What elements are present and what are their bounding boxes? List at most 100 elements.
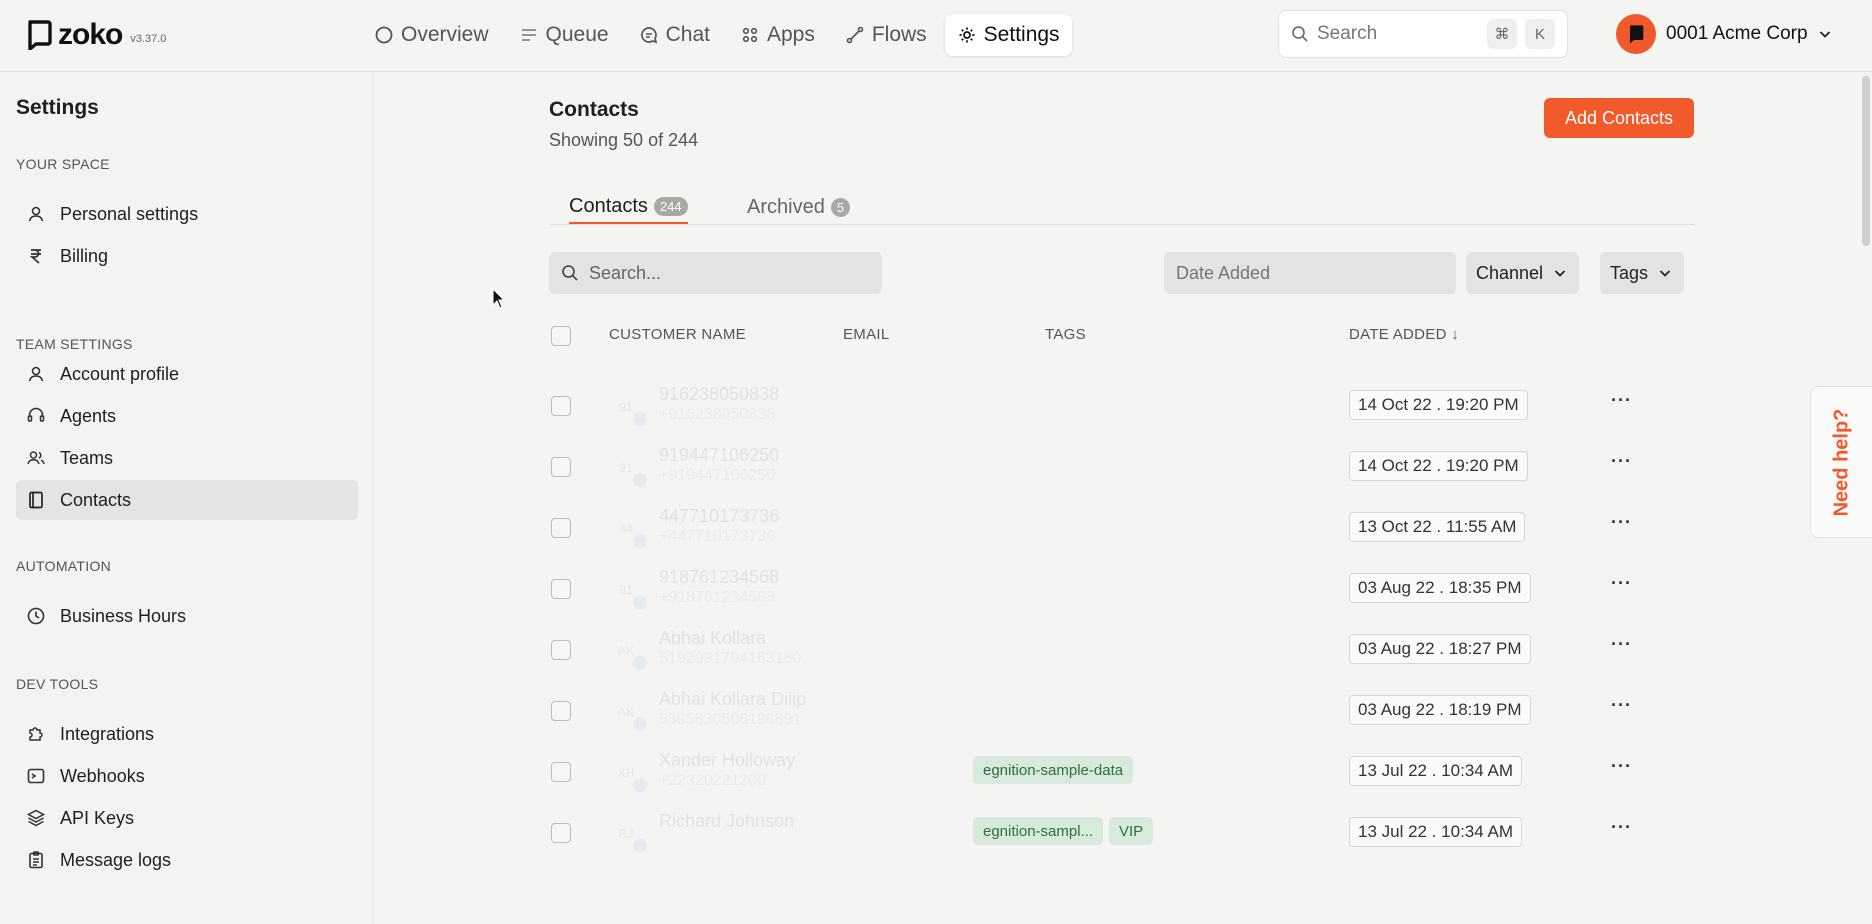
nav-label: Overview — [401, 23, 489, 46]
sidebar-item-agents[interactable]: Agents — [16, 396, 358, 436]
customer-name: 918761234568 — [659, 567, 780, 587]
row-checkbox[interactable] — [551, 579, 571, 599]
page-subtitle: Showing 50 of 244 — [549, 130, 699, 150]
account-switcher[interactable]: 0001 Acme Corp — [1616, 14, 1832, 54]
nav-settings[interactable]: Settings — [944, 14, 1072, 56]
table-row[interactable]: RJ Richard Johnson egnition-sampl... VIP 13 … — [549, 807, 1694, 880]
rupee-icon — [29, 249, 41, 264]
date-added-pill: 03 Aug 22 . 18:19 PM — [1349, 695, 1531, 725]
sidebar-item-label: Webhooks — [60, 765, 145, 786]
row-more-menu[interactable]: ··· — [1611, 451, 1632, 472]
date-added-pill: 14 Oct 22 . 19:20 PM — [1349, 390, 1528, 420]
tag-badge[interactable]: egnition-sampl... — [973, 817, 1104, 845]
row-more-menu[interactable]: ··· — [1611, 634, 1632, 655]
terminal-icon — [27, 768, 45, 784]
column-date-added[interactable]: DATE ADDED ↓ — [1349, 326, 1459, 343]
channel-icon — [633, 839, 647, 853]
customer-phone: +918761234568 — [659, 589, 776, 606]
zoko-logo[interactable]: zoko v3.37.0 — [26, 18, 166, 52]
sidebar-item-message-logs[interactable]: Message logs — [16, 840, 358, 880]
chevron-down-icon — [1554, 270, 1566, 277]
channel-filter[interactable]: Channel — [1466, 252, 1580, 294]
sidebar-item-business-hours[interactable]: Business Hours — [16, 596, 358, 636]
row-more-menu[interactable]: ··· — [1611, 756, 1632, 777]
apps-icon — [742, 27, 758, 43]
tab-contacts[interactable]: Contacts 244 — [569, 190, 688, 224]
date-added-pill: 03 Aug 22 . 18:35 PM — [1349, 573, 1531, 603]
row-more-menu[interactable]: ··· — [1611, 573, 1632, 594]
nav-label: Flows — [871, 23, 927, 46]
contacts-search-input[interactable]: Search... — [549, 252, 882, 294]
sidebar-item-contacts[interactable]: Contacts — [16, 480, 358, 520]
tag-badge[interactable]: VIP — [1109, 817, 1154, 845]
channel-icon — [633, 473, 647, 487]
customer-name: 919447106250 — [659, 445, 780, 465]
sidebar-item-integrations[interactable]: Integrations — [16, 714, 358, 754]
nav-flows[interactable]: Flows — [833, 14, 939, 56]
scrollbar-thumb[interactable] — [1862, 76, 1870, 246]
select-all-checkbox[interactable] — [551, 326, 571, 346]
row-checkbox[interactable] — [551, 457, 571, 477]
date-added-filter[interactable]: Date Added — [1164, 252, 1456, 294]
user-icon — [28, 366, 44, 382]
sidebar-item-label: Business Hours — [60, 605, 187, 626]
queue-icon — [521, 29, 536, 41]
sidebar-item-teams[interactable]: Teams — [16, 438, 358, 478]
row-checkbox[interactable] — [551, 701, 571, 721]
row-checkbox[interactable] — [551, 396, 571, 416]
row-checkbox[interactable] — [551, 823, 571, 843]
column-email[interactable]: EMAIL — [843, 326, 890, 343]
search-icon — [1292, 26, 1308, 42]
global-search[interactable]: Search ⌘ K — [1278, 10, 1568, 58]
row-checkbox[interactable] — [551, 640, 571, 660]
flows-icon — [846, 26, 864, 44]
customer-phone: 5505830506196891 — [659, 711, 802, 728]
need-help-button[interactable]: Need help? — [1810, 386, 1872, 538]
circle-icon — [375, 26, 393, 44]
column-customer-name[interactable]: CUSTOMER NAME — [609, 326, 746, 343]
date-added-pill: 03 Aug 22 . 18:27 PM — [1349, 634, 1531, 664]
tab-label: Contacts — [569, 194, 648, 217]
gear-icon — [959, 27, 975, 43]
nav-label: Apps — [766, 23, 815, 46]
channel-icon — [633, 778, 647, 792]
date-added-pill: 13 Oct 22 . 11:55 AM — [1349, 512, 1526, 542]
sidebar-item-label: Billing — [60, 245, 109, 266]
table-header: CUSTOMER NAME EMAIL TAGS DATE ADDED ↓ — [549, 326, 1694, 356]
nav-label: Queue — [545, 23, 609, 46]
nav-apps[interactable]: Apps — [728, 14, 827, 56]
tab-label: Archived — [747, 195, 825, 218]
sidebar-item-api-keys[interactable]: API Keys — [16, 798, 358, 838]
row-more-menu[interactable]: ··· — [1611, 512, 1632, 533]
add-contacts-button[interactable]: Add Contacts — [1544, 98, 1694, 138]
row-more-menu[interactable]: ··· — [1611, 695, 1632, 716]
row-checkbox[interactable] — [551, 518, 571, 538]
customer-phone: +916238050838 — [659, 406, 776, 423]
customer-name: Abhai Kollara — [659, 628, 767, 648]
sidebar-item-account-profile[interactable]: Account profile — [16, 354, 358, 394]
clock-icon — [27, 607, 45, 625]
chevron-down-icon — [1819, 31, 1830, 38]
tab-archived[interactable]: Archived 5 — [747, 190, 851, 224]
sidebar-item-webhooks[interactable]: Webhooks — [16, 756, 358, 796]
sidebar-item-personal-settings[interactable]: Personal settings — [16, 194, 358, 234]
channel-icon — [633, 534, 647, 548]
app-version: v3.37.0 — [130, 33, 167, 45]
row-more-menu[interactable]: ··· — [1611, 390, 1632, 411]
row-checkbox[interactable] — [551, 762, 571, 782]
tag-badge[interactable]: egnition-sample-data — [973, 756, 1134, 784]
need-help-label: Need help? — [1830, 408, 1853, 516]
nav-overview[interactable]: Overview — [362, 14, 501, 56]
sidebar-item-billing[interactable]: Billing — [16, 236, 358, 276]
column-tags[interactable]: TAGS — [1045, 326, 1086, 343]
nav-queue[interactable]: Queue — [507, 14, 621, 56]
sidebar-title: Settings — [16, 96, 99, 119]
search-placeholder: Search... — [589, 262, 662, 283]
nav-chat[interactable]: Chat — [627, 14, 722, 56]
zoko-logo-icon — [26, 20, 52, 51]
headset-icon — [27, 407, 45, 422]
row-more-menu[interactable]: ··· — [1611, 817, 1632, 838]
clipboard-icon — [29, 851, 43, 869]
settings-sidebar: Settings YOUR SPACE Personal settings Bi… — [0, 72, 374, 924]
tags-filter[interactable]: Tags — [1600, 252, 1685, 294]
